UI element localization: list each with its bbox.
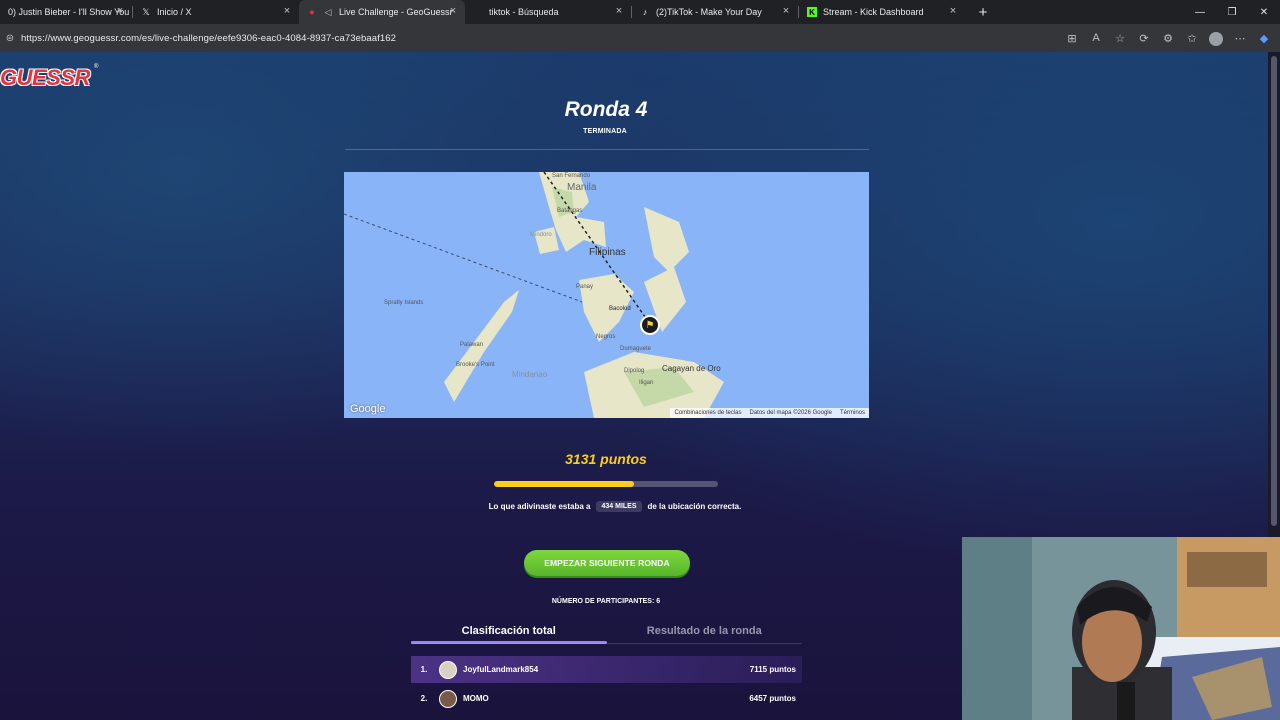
more-menu-icon[interactable]: ⋯ [1232,30,1248,46]
map-label-manila: Manila [567,182,597,193]
distance-suffix: de la ubicación correcta. [647,502,742,511]
geoguessr-pin-icon: ● [309,7,315,17]
restore-icon[interactable]: ❐ [1216,0,1248,24]
tab-label: Clasificación total [461,625,556,637]
score-progress-bar [494,481,718,487]
read-aloud-icon[interactable]: A [1088,30,1104,46]
map-label-mindanao-sea: Mindanao [512,370,548,379]
tab-close-icon[interactable]: × [780,5,792,17]
avatar [439,689,457,708]
map-label-iligan: Iligan [639,380,654,386]
address-bar-tools: ⊞ A ☆ ⟳ ⚙ ✩ ⋯ ◆ [1064,30,1272,46]
map-label-philippines: Filipinas [589,247,626,258]
browser-tab-kick[interactable]: K Stream - Kick Dashboard × [799,0,965,24]
address-bar: ⊜ https://www.geoguessr.com/es/live-chal… [0,24,1280,52]
browser-tab-x[interactable]: 𝕏 Inicio / X × [133,0,299,24]
leaderboard-row[interactable]: 2. MOMO 6457 puntos [411,685,802,712]
logo-registered-mark: ® [94,64,99,70]
map-label-spratly: Spratly Islands [384,300,424,306]
tab-round-result[interactable]: Resultado de la ronda [607,618,803,644]
map-data-text: Datos del mapa ©2026 Google [749,410,832,416]
row-rank: 2. [420,694,428,703]
geoguessr-logo[interactable]: GUESSR [0,65,90,91]
guess-line-west [344,213,583,303]
distance-prefix: Lo que adivinaste estaba a [488,502,591,511]
browser-tab-tiktok[interactable]: ♪ (2)TikTok - Make Your Day × [632,0,798,24]
row-rank: 1. [420,665,428,674]
distance-text: Lo que adivinaste estaba a 434 MILES de … [470,501,760,512]
search-icon [473,7,483,17]
player-name: JoyfulLandmark854 [463,665,539,674]
correct-location-flag-icon[interactable]: ⚑ [640,315,660,335]
speaker-icon[interactable]: ◁ [323,7,333,17]
tab-label: Resultado de la ronda [646,625,762,637]
map-graphic [344,172,724,418]
app-icon[interactable]: ⊞ [1064,30,1080,46]
map-label-cagayan: Cagayan de Oro [662,364,721,373]
map-label-negros: Negros [596,334,616,340]
copilot-icon[interactable]: ◆ [1256,30,1272,46]
round-status: TERMINADA [583,128,627,135]
map-label-brookes-point: Brooke's Point [456,362,495,368]
distance-badge: 434 MILES [596,501,642,512]
browser-tab-bar: 0) Justin Bieber - I'll Show You × 𝕏 Ini… [0,0,1280,24]
tab-close-icon[interactable]: × [947,5,959,17]
divider [345,149,869,150]
tab-close-icon[interactable]: × [114,5,126,17]
leaderboard-row[interactable]: 1. JoyfulLandmark854 7115 puntos [411,656,802,683]
tab-title: Inicio / X [157,7,192,17]
minimize-icon[interactable]: — [1184,0,1216,24]
favorites-icon[interactable]: ✩ [1184,30,1200,46]
tab-title: (2)TikTok - Make Your Day [656,7,762,17]
tiktok-icon: ♪ [642,7,648,17]
map-label-bacolod: Bacolod [609,306,631,312]
x-icon: 𝕏 [142,6,150,17]
webcam-image [962,537,1280,720]
player-name: MOMO [463,694,489,703]
site-info-icon[interactable]: ⊜ [3,31,17,45]
tab-close-icon[interactable]: × [447,5,459,17]
result-map[interactable]: San Fernando Manila Batangas Mindoro Fil… [344,172,869,418]
webcam-overlay [962,537,1280,720]
refresh-icon[interactable]: ⟳ [1136,30,1152,46]
score-progress-fill [494,481,635,487]
map-label-palawan: Palawan [460,342,484,348]
leaderboard-tabs: Clasificación total Resultado de la rond… [411,618,802,644]
next-round-button[interactable]: EMPEZAR SIGUIENTE RONDA [524,550,690,576]
player-score: 7115 puntos [749,665,796,674]
tab-title: Stream - Kick Dashboard [823,7,924,17]
profile-avatar[interactable] [1208,30,1224,46]
tab-title: tiktok - Búsqueda [489,7,559,17]
tab-close-icon[interactable]: × [281,5,293,17]
favorite-star-icon[interactable]: ☆ [1112,30,1128,46]
map-label-batangas: Batangas [557,208,583,214]
google-logo: Google [350,403,386,415]
map-label-dipolog: Dipolog [624,368,645,374]
map-label-panay: Panay [576,284,594,290]
close-window-icon[interactable]: ✕ [1248,0,1280,24]
browser-tab-music[interactable]: 0) Justin Bieber - I'll Show You × [0,0,132,24]
browser-tab-tiktok-search[interactable]: tiktok - Búsqueda × [465,0,631,24]
scrollbar-thumb[interactable] [1271,56,1277,526]
new-tab-icon[interactable]: + [971,0,995,24]
map-label-san-fernando: San Fernando [552,173,591,179]
keyboard-shortcuts-link[interactable]: Combinaciones de teclas [674,410,741,416]
extensions-icon[interactable]: ⚙ [1160,30,1176,46]
avatar [439,660,457,679]
round-title: Ronda 4 [564,98,648,121]
participants-count: NÚMERO DE PARTICIPANTES: 6 [551,598,661,605]
map-label-mindoro: Mindoro [530,232,552,238]
browser-tab-geoguessr[interactable]: ● ◁ Live Challenge - GeoGuessr × [299,0,465,24]
kick-icon: K [807,7,817,17]
map-label-dumaguete: Dumaguete [620,346,652,352]
round-score: 3131 puntos [565,451,647,467]
player-score: 6457 puntos [749,694,796,703]
tab-total-standings[interactable]: Clasificación total [411,618,607,644]
samar-island [644,207,689,272]
tab-close-icon[interactable]: × [613,5,625,17]
tabs-baseline [411,643,802,644]
map-footer: Combinaciones de teclas Datos del mapa ©… [670,408,869,418]
url-field[interactable]: https://www.geoguessr.com/es/live-challe… [21,33,396,44]
terms-link[interactable]: Términos [840,410,865,416]
